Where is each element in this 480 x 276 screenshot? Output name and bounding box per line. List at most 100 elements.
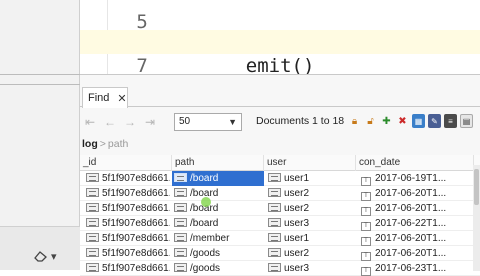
field-icon	[174, 218, 187, 227]
field-icon	[268, 203, 281, 212]
breadcrumb-collection[interactable]: log	[82, 138, 98, 150]
next-page-icon[interactable]: →	[120, 115, 140, 129]
calendar-icon: T	[361, 237, 371, 246]
cell-path: /board	[190, 218, 219, 229]
cell-user: user3	[284, 218, 310, 229]
breadcrumb-separator: >	[99, 138, 106, 150]
field-icon	[174, 233, 187, 242]
chevron-down-icon: ▾	[51, 250, 57, 263]
field-icon	[268, 173, 281, 182]
cell-date: 2017-06-20T1...	[375, 188, 447, 199]
document-icon	[86, 233, 99, 242]
eraser-button[interactable]: ▾	[34, 247, 66, 265]
field-icon	[174, 263, 187, 272]
code-line-current: 7 emit()	[80, 30, 480, 74]
document-icon	[86, 203, 99, 212]
edit-icon[interactable]: ✎	[428, 114, 441, 128]
cell-id: 5f1f907e8d661...	[102, 233, 170, 244]
calendar-icon: T	[361, 267, 371, 276]
chevron-down-icon: ▼	[228, 117, 237, 127]
panel-divider	[0, 74, 80, 75]
document-icon	[86, 188, 99, 197]
cell-date: 2017-06-23T1...	[375, 263, 447, 274]
document-icon	[86, 173, 99, 182]
grid-header: _id path user con_date	[80, 155, 480, 171]
tab-label: Find	[88, 92, 110, 104]
calendar-icon: T	[361, 192, 371, 201]
table-row[interactable]: 5f1f907e8d661... /board user3 T 2017-06-2…	[80, 216, 480, 231]
cell-id: 5f1f907e8d661...	[102, 173, 170, 184]
breadcrumb: log > path	[82, 138, 128, 150]
grid-tools: 🔒︎ 🔓︎ ✚ ✖ ▦ ✎ ≡ ▤	[348, 114, 473, 128]
table-row[interactable]: 5f1f907e8d661... /goods user2 T 2017-06-2…	[80, 246, 480, 261]
field-icon	[268, 263, 281, 272]
lock-icon[interactable]: 🔒︎	[348, 114, 361, 128]
panel-divider	[0, 84, 80, 85]
cell-user: user1	[284, 173, 310, 184]
column-header-user[interactable]: user	[264, 155, 356, 171]
field-icon	[174, 188, 187, 197]
calendar-icon: T	[361, 222, 371, 231]
pager-toolbar: ⇤ ← → ⇥ 50 ▼ Documents 1 to 18 🔒︎ 🔓︎ ✚ ✖…	[80, 111, 480, 133]
table-row[interactable]: 5f1f907e8d661... /board user2 T 2017-06-2…	[80, 201, 480, 216]
scrollbar-thumb[interactable]	[474, 169, 479, 205]
field-icon	[268, 248, 281, 257]
tree-view-icon[interactable]: ≡	[444, 114, 457, 128]
table-row[interactable]: 5f1f907e8d661... /member user1 T 2017-06-…	[80, 231, 480, 246]
tab-bar: Find ✕	[80, 85, 480, 108]
mouse-cursor-highlight	[201, 197, 211, 207]
page-size-value: 50	[179, 116, 191, 127]
cell-id: 5f1f907e8d661...	[102, 248, 170, 259]
calendar-icon: T	[361, 207, 371, 216]
cell-path: /goods	[190, 248, 221, 259]
table-row[interactable]: 5f1f907e8d661... /board user2 T 2017-06-2…	[80, 186, 480, 201]
find-panel: Find ✕ ⇤ ← → ⇥ 50 ▼ Documents 1 to 18 🔒︎…	[80, 74, 480, 276]
cell-date: 2017-06-22T1...	[375, 218, 447, 229]
grid-view-icon[interactable]: ▦	[412, 114, 425, 128]
cell-user: user2	[284, 188, 310, 199]
calendar-icon: T	[361, 252, 371, 261]
close-icon[interactable]: ✕	[117, 92, 126, 105]
add-document-icon[interactable]: ✚	[380, 114, 393, 128]
code-editor[interactable]: 5 6function(){ 7emit() 8}	[80, 0, 480, 74]
cell-path: /goods	[190, 263, 221, 274]
last-page-icon[interactable]: ⇥	[140, 115, 160, 129]
grid-scrollbar[interactable]	[473, 165, 480, 271]
field-icon	[174, 248, 187, 257]
table-row[interactable]: 5f1f907e8d661... /goods user3 T 2017-06-2…	[80, 261, 480, 276]
cell-id: 5f1f907e8d661...	[102, 218, 170, 229]
cell-user: user2	[284, 248, 310, 259]
code-line: 8}	[80, 54, 480, 74]
cell-id: 5f1f907e8d661...	[102, 188, 170, 199]
tab-find[interactable]: Find ✕	[82, 87, 128, 108]
document-icon	[86, 248, 99, 257]
document-icon	[86, 218, 99, 227]
column-header-id[interactable]: _id	[80, 155, 172, 171]
results-grid: _id path user con_date 5f1f907e8d661... …	[80, 155, 480, 276]
field-icon	[174, 203, 187, 212]
page-size-select[interactable]: 50 ▼	[174, 113, 242, 131]
cell-date: 2017-06-20T1...	[375, 248, 447, 259]
breadcrumb-field[interactable]: path	[108, 138, 128, 150]
column-header-con-date[interactable]: con_date	[356, 155, 474, 171]
cell-id: 5f1f907e8d661...	[102, 263, 170, 274]
delete-document-icon[interactable]: ✖	[396, 114, 409, 128]
first-page-icon[interactable]: ⇤	[80, 115, 100, 129]
unlock-icon[interactable]: 🔓︎	[364, 114, 377, 128]
cell-date: 2017-06-19T1...	[375, 173, 447, 184]
cell-user: user2	[284, 203, 310, 214]
text-view-icon[interactable]: ▤	[460, 114, 473, 128]
table-row[interactable]: 5f1f907e8d661... /board user1 T 2017-06-1…	[80, 171, 480, 186]
code-line: 6function(){	[80, 6, 480, 53]
calendar-icon: T	[361, 177, 371, 186]
cell-id: 5f1f907e8d661...	[102, 203, 170, 214]
prev-page-icon[interactable]: ←	[100, 115, 120, 129]
cell-user: user1	[284, 233, 310, 244]
column-header-path[interactable]: path	[172, 155, 264, 171]
cell-path[interactable]: /board	[190, 173, 218, 184]
document-icon	[86, 263, 99, 272]
cell-path: /member	[190, 233, 230, 244]
field-icon	[174, 173, 187, 182]
cell-date: 2017-06-20T1...	[375, 233, 447, 244]
field-icon	[268, 218, 281, 227]
